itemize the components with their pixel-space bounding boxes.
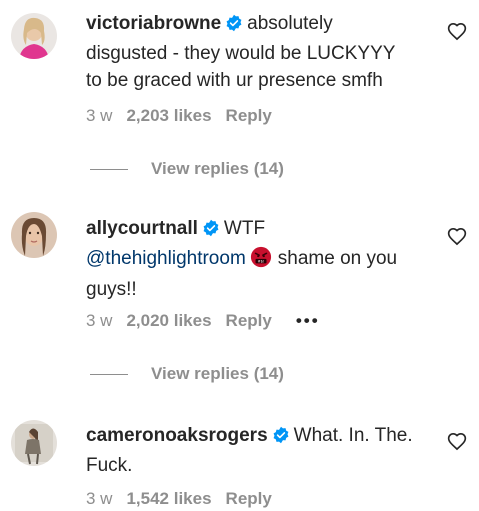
verified-badge-icon — [272, 425, 290, 452]
comment-1-reply-button[interactable]: Reply — [226, 106, 272, 125]
comment-2-text: allycourtnall WTF @thehighlightroom #$! sham… — [86, 215, 416, 303]
replies-divider — [90, 169, 128, 171]
comment-3-text: cameronoaksrogers What. In. The. Fuck. — [86, 422, 416, 479]
svg-text:#$!: #$! — [257, 260, 264, 264]
like-heart-icon[interactable] — [447, 22, 467, 42]
like-heart-icon[interactable] — [447, 227, 467, 247]
comment-2-meta: 3 w 2,020 likes Reply ••• — [86, 311, 334, 331]
comment-3-meta: 3 w 1,542 likes Reply — [86, 489, 286, 509]
verified-badge-icon — [225, 13, 243, 40]
avatar-victoriabrowne[interactable] — [11, 13, 57, 59]
mention-link[interactable]: @thehighlightroom — [86, 248, 246, 269]
comment-1-username[interactable]: victoriabrowne — [86, 13, 221, 34]
angry-swearing-emoji-icon: #$! — [250, 246, 272, 276]
comment-2-time: 3 w — [86, 311, 113, 330]
comment-2-view-replies[interactable]: View replies (14) — [90, 364, 284, 384]
verified-badge-icon — [202, 218, 220, 245]
comment-1-meta: 3 w 2,203 likes Reply — [86, 106, 286, 126]
view-replies-label: View replies (14) — [151, 159, 284, 178]
more-options-icon[interactable]: ••• — [296, 311, 320, 330]
comment-3-time: 3 w — [86, 489, 113, 508]
like-heart-icon[interactable] — [447, 432, 467, 452]
replies-divider — [90, 374, 128, 376]
comment-2-reply-button[interactable]: Reply — [226, 311, 272, 330]
comment-2-likes[interactable]: 2,020 likes — [126, 311, 211, 330]
comment-3-reply-button[interactable]: Reply — [226, 489, 272, 508]
comment-1-likes[interactable]: 2,203 likes — [126, 106, 211, 125]
comment-1-text: victoriabrowne absolutely disgusted - the… — [86, 10, 416, 94]
avatar-allycourtnall[interactable] — [11, 212, 57, 258]
comment-2-body-prefix: WTF — [223, 218, 266, 239]
comment-1-time: 3 w — [86, 106, 113, 125]
avatar-cameronoaksrogers[interactable] — [11, 420, 57, 466]
comment-3-likes[interactable]: 1,542 likes — [126, 489, 211, 508]
comment-2-username[interactable]: allycourtnall — [86, 218, 198, 239]
comment-3-username[interactable]: cameronoaksrogers — [86, 425, 268, 446]
view-replies-label: View replies (14) — [151, 364, 284, 383]
comment-1-view-replies[interactable]: View replies (14) — [90, 159, 284, 179]
